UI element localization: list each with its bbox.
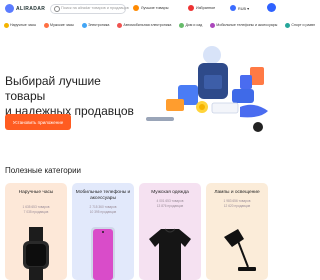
best-products-link[interactable]: Лучшие товары <box>133 5 168 11</box>
currency-label: RUB ▾ <box>238 6 249 11</box>
top-header: ALIRADAR Поиск на aliradar товаров и про… <box>0 0 280 18</box>
category-item-phones[interactable]: Мобильные телефоны и аксессуары <box>206 22 281 28</box>
search-icon <box>54 6 60 12</box>
trophy-icon <box>133 5 139 11</box>
hero-banner: Выбирай лучшие товары и надежных продавц… <box>0 31 280 144</box>
category-item-watches[interactable]: Наручные часы <box>0 22 40 28</box>
category-card-lamps[interactable]: Лампы и освещение 1 983 656 товаров 12 6… <box>206 183 268 280</box>
category-label: Мобильные телефоны и аксессуары <box>216 23 278 27</box>
category-label: Наручные часы <box>10 23 37 27</box>
currency-select[interactable]: RUB ▾ <box>230 5 249 11</box>
smartwatch-image <box>23 227 49 280</box>
category-item-sport[interactable]: Спорт и развл <box>281 22 319 28</box>
tshirt-image <box>149 228 191 280</box>
heart-icon <box>188 5 194 11</box>
category-item-car-electronics[interactable]: Автомобильная электроника <box>113 22 175 28</box>
category-card-watches[interactable]: Наручные часы 1 635 653 товаров 7 035 пр… <box>5 183 67 280</box>
category-cards: Наручные часы 1 635 653 товаров 7 035 пр… <box>5 183 277 280</box>
sport-icon <box>285 22 291 28</box>
card-sellers-count: 10 395 продавцов <box>89 210 117 214</box>
card-title: Наручные часы <box>18 190 54 195</box>
car-icon <box>117 22 123 28</box>
headphones-icon <box>81 22 87 28</box>
hero-title-line1: Выбирай лучшие товары <box>5 74 101 103</box>
category-label: Автомобильная электроника <box>123 23 172 27</box>
desk-lamp-image <box>224 229 256 271</box>
card-sellers-count: 13 876 продавцов <box>156 204 184 208</box>
category-item-electronics[interactable]: Электроника <box>78 22 113 28</box>
home-icon <box>179 22 185 28</box>
phone-icon <box>210 22 216 28</box>
category-item-mens-watches[interactable]: Мужские часы <box>40 22 78 28</box>
logo-icon <box>5 4 14 13</box>
category-label: Спорт и развл <box>291 23 315 27</box>
flag-icon <box>230 5 236 11</box>
card-title: Лампы и освещение <box>214 190 260 195</box>
card-title: Мужская одежда <box>151 190 189 195</box>
popular-categories-title: Полезные категории <box>5 166 82 175</box>
favorites-label: Избранное <box>196 6 216 10</box>
logo-text: ALIRADAR <box>16 5 46 12</box>
search-placeholder: Поиск на aliradar товаров и продавцов <box>61 6 129 10</box>
search-input[interactable]: Поиск на aliradar товаров и продавцов <box>50 4 129 14</box>
smartphone-image <box>91 227 115 280</box>
card-products-count: 4 001 653 товаров <box>156 199 184 203</box>
category-label: Электроника <box>87 23 110 27</box>
best-products-label: Лучшие товары <box>141 6 169 10</box>
card-title: Мобильные телефоны и аксессуары <box>75 190 131 201</box>
category-item-home-garden[interactable]: Дом и сад <box>175 22 206 28</box>
card-sellers-count: 7 035 продавцов <box>23 210 49 214</box>
category-label: Дом и сад <box>185 23 203 27</box>
card-products-count: 1 983 656 товаров <box>223 199 251 203</box>
products-illustration <box>146 46 268 132</box>
category-card-phones[interactable]: Мобильные телефоны и аксессуары 2 715 36… <box>72 183 134 280</box>
logo[interactable]: ALIRADAR <box>5 4 45 13</box>
watch-icon <box>44 22 50 28</box>
category-card-mens-clothing[interactable]: Мужская одежда 4 001 653 товаров 13 876 … <box>139 183 201 280</box>
category-bar: Наручные часы Мужские часы Электроника А… <box>0 20 315 30</box>
favorites-link[interactable]: Избранное <box>188 5 215 11</box>
card-sellers-count: 12 620 продавцов <box>223 204 251 208</box>
install-app-button[interactable]: Установить приложение <box>5 114 71 130</box>
watch-icon <box>4 22 9 28</box>
card-products-count: 1 635 653 товаров <box>22 205 50 209</box>
hero-title: Выбирай лучшие товары и надежных продавц… <box>5 74 135 119</box>
card-products-count: 2 715 360 товаров <box>89 205 117 209</box>
avatar[interactable] <box>267 3 276 12</box>
category-label: Мужские часы <box>50 23 74 27</box>
